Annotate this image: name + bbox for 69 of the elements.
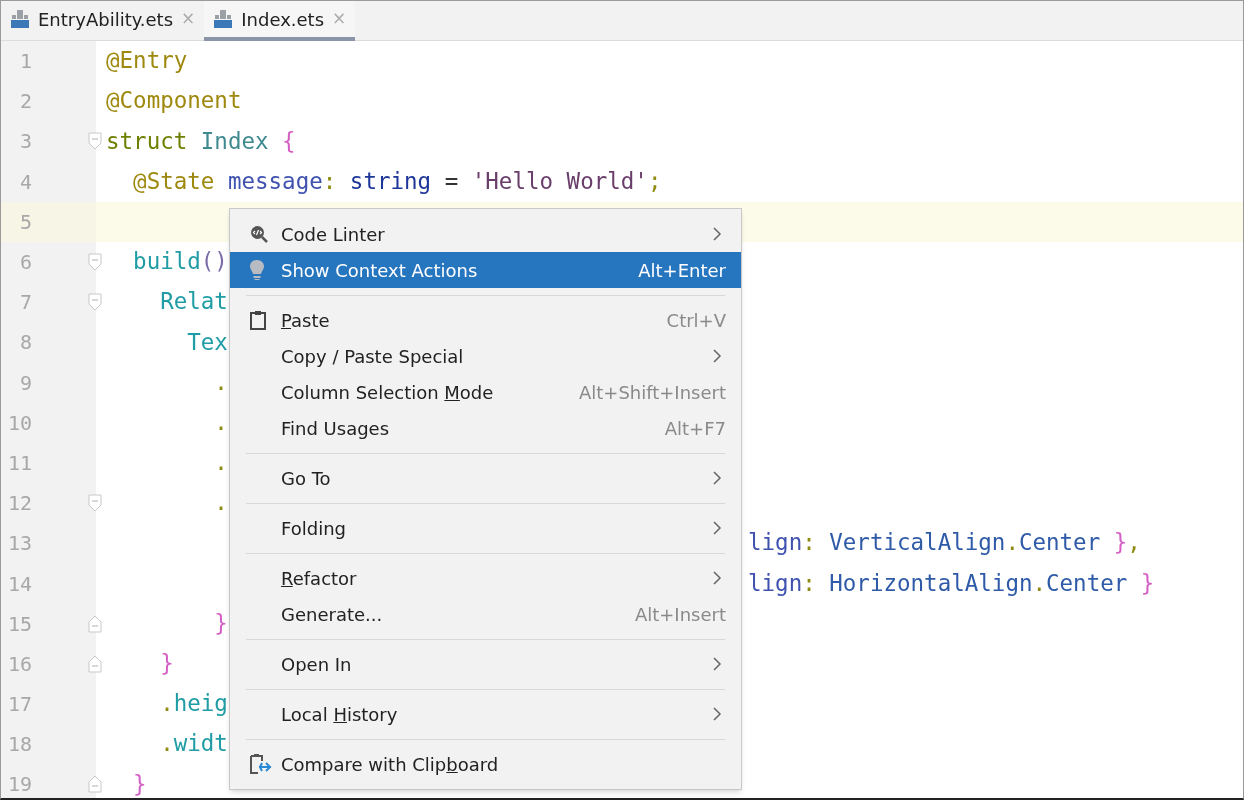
code-text: . [213, 367, 228, 397]
shortcut-text: Alt+Insert [634, 602, 726, 627]
line-number: 16 [6, 650, 32, 678]
code-text: lign: HorizontalAlign.Center } [748, 568, 1155, 598]
line-number: 14 [6, 570, 32, 598]
code-text: . [213, 448, 228, 478]
shortcut-text: Alt+F7 [664, 416, 726, 441]
lightbulb-icon [249, 259, 265, 281]
line-number: 3 [18, 128, 32, 156]
line-number: 13 [6, 530, 32, 558]
code-text: @Component [106, 86, 242, 116]
line-number: 18 [6, 731, 32, 759]
shortcut-text: Alt+Shift+Insert [578, 380, 726, 405]
shortcut-text: Alt+Enter [638, 258, 726, 283]
line-number: 5 [18, 208, 32, 236]
line-number: 6 [18, 249, 32, 277]
menu-item[interactable]: Compare with Clipboard [230, 746, 741, 782]
clipboard-icon [249, 310, 267, 330]
code-text: } [132, 769, 147, 798]
line-number: 10 [6, 409, 32, 437]
code-text: .widt [159, 729, 228, 759]
file-icon [213, 9, 234, 29]
fold-icon[interactable] [88, 494, 102, 513]
code-text: . [213, 407, 228, 437]
tab-label: EntryAbility.ets [38, 7, 173, 32]
code-text: .heig [159, 689, 228, 719]
code-text: . [213, 488, 228, 518]
code-text: Tex [186, 327, 228, 357]
tab-label: Index.ets [241, 7, 325, 32]
menu-item[interactable]: Generate... Alt+Insert [230, 596, 741, 632]
fold-icon[interactable] [88, 132, 102, 151]
menu-item[interactable]: Local History [230, 696, 741, 732]
menu-item[interactable]: Copy / Paste Special [230, 338, 741, 374]
line-number: 1 [18, 48, 32, 76]
menu-item[interactable]: Column Selection Mode Alt+Shift+Insert [230, 374, 741, 410]
line-number: 2 [18, 88, 32, 116]
line-number: 12 [6, 490, 32, 518]
line-number: 7 [18, 289, 32, 317]
code-text: @Entry [106, 46, 188, 76]
menu-item[interactable]: Code Linter [230, 216, 741, 252]
menu-item[interactable]: Open In [230, 646, 741, 682]
menu-item[interactable]: Show Context Actions Alt+Enter [230, 252, 741, 288]
menu-item[interactable]: Refactor [230, 560, 741, 596]
search-icon [249, 224, 269, 244]
code-text: @State message: string = 'Hello World'; [132, 166, 662, 196]
code-text: } [213, 608, 228, 638]
compare-clipboard-icon [249, 753, 273, 775]
menu-item[interactable]: Find Usages Alt+F7 [230, 410, 741, 446]
fold-icon[interactable] [88, 252, 102, 271]
editor-tab[interactable]: EntryAbility.ets × [1, 1, 205, 41]
code-text: struct Index { [106, 126, 296, 156]
code-text: lign: VerticalAlign.Center }, [748, 528, 1141, 558]
line-number: 8 [18, 329, 32, 357]
line-number: 4 [18, 168, 32, 196]
fold-icon[interactable] [88, 293, 102, 312]
code-text: Relat [159, 287, 228, 317]
code-text: } [159, 649, 174, 679]
menu-item[interactable]: Paste Ctrl+V [230, 302, 741, 338]
code-text: build() [132, 247, 228, 277]
line-number: 17 [6, 691, 32, 719]
line-number: 9 [18, 369, 32, 397]
file-icon [10, 9, 30, 29]
shortcut-text: Ctrl+V [666, 308, 726, 333]
menu-item[interactable]: Go To [230, 460, 741, 496]
menu-item[interactable]: Folding [230, 510, 741, 546]
editor-tab[interactable]: Index.ets × [204, 1, 356, 41]
line-number: 15 [6, 610, 32, 638]
line-number: 19 [6, 771, 32, 798]
line-number: 11 [6, 449, 32, 477]
